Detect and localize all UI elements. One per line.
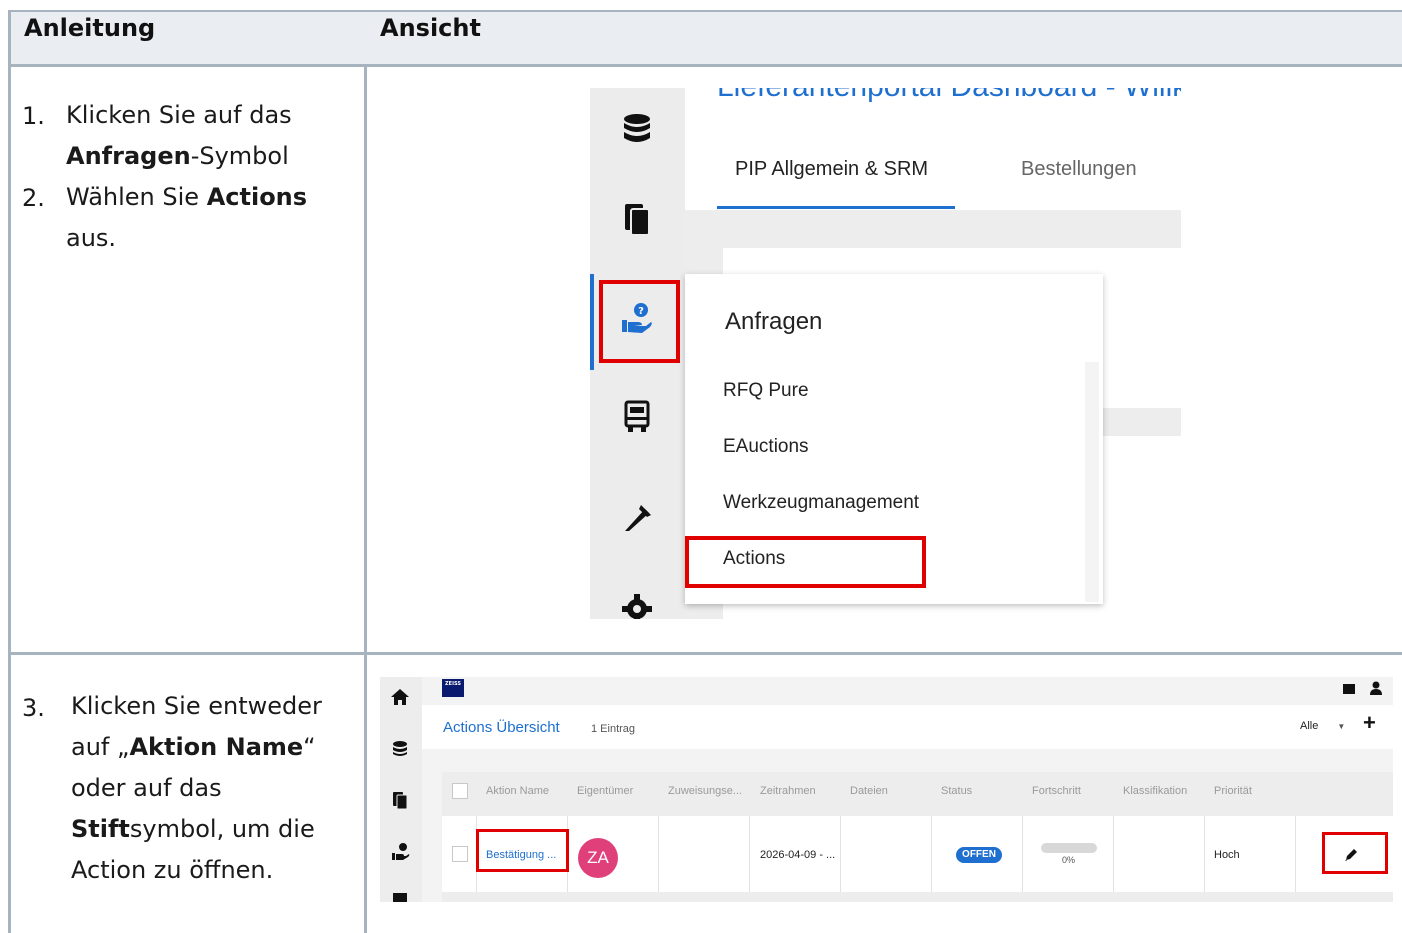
anfragen-highlight: [599, 280, 680, 363]
timeframe-cell: 2026-04-09 - ...: [760, 849, 836, 861]
table-header: [11, 12, 1402, 64]
gear-icon[interactable]: [620, 592, 654, 619]
col-zeitrahmen[interactable]: Zeitrahmen: [760, 785, 816, 797]
col-dateien[interactable]: Dateien: [850, 785, 888, 797]
step-3-text: Klicken Sie entweder auf „Aktion Name“ o…: [71, 692, 322, 884]
col-zuweisung[interactable]: Zuweisungse...: [668, 785, 742, 797]
pencil-highlight: [1322, 832, 1388, 874]
documents-icon[interactable]: [620, 202, 654, 236]
filter-select[interactable]: Alle ▼: [1300, 720, 1345, 732]
step-1-number: 1.: [22, 102, 45, 130]
col-eigentuemer[interactable]: Eigentümer: [577, 785, 633, 797]
page-title: Actions Übersicht: [443, 719, 560, 736]
header-anleitung: Anleitung: [24, 14, 156, 42]
col-status[interactable]: Status: [941, 785, 972, 797]
database-icon[interactable]: [392, 741, 408, 757]
step-3-number: 3.: [22, 694, 45, 722]
tab-bestellungen[interactable]: Bestellungen: [1021, 158, 1137, 181]
header-ansicht: Ansicht: [380, 14, 481, 42]
col-prioritaet[interactable]: Priorität: [1214, 785, 1252, 797]
truck-icon[interactable]: [393, 893, 407, 902]
priority-cell: Hoch: [1214, 849, 1240, 861]
active-rail-indicator: [590, 274, 594, 370]
col-aktion-name[interactable]: Aktion Name: [486, 785, 549, 797]
caliper-icon[interactable]: [620, 500, 654, 534]
top-bar: [422, 677, 1393, 705]
tab-pip-allgemein[interactable]: PIP Allgemein & SRM: [735, 158, 928, 181]
screenshot-menu: Lieferantenportal Dashboard - Willkommen…: [590, 88, 1181, 619]
status-badge: OFFEN: [956, 847, 1002, 863]
active-tab-indicator: [717, 206, 955, 209]
screenshot-actions-overview: ZEISS Actions Übersicht 1 Eintrag Alle ▼…: [380, 677, 1393, 902]
actions-highlight: [685, 536, 926, 588]
progress-bar: [1041, 843, 1097, 853]
zeiss-logo: ZEISS: [442, 679, 464, 697]
menu-item-eauctions[interactable]: EAuctions: [723, 436, 809, 458]
title-bar: [422, 705, 1393, 749]
add-button[interactable]: +: [1363, 712, 1379, 734]
notes-icon[interactable]: [1343, 684, 1355, 694]
step-1-text: Klicken Sie auf das Anfragen-Symbol: [66, 101, 292, 170]
documents-icon[interactable]: [392, 791, 408, 810]
row-checkbox[interactable]: [452, 846, 468, 862]
col-klassifikation[interactable]: Klassifikation: [1123, 785, 1187, 797]
select-all-checkbox[interactable]: [452, 783, 468, 799]
step-2-text: Wählen Sie Actions aus.: [66, 183, 308, 252]
home-icon[interactable]: [390, 687, 410, 707]
menu-item-rfq-pure[interactable]: RFQ Pure: [723, 380, 809, 402]
menu-heading: Anfragen: [725, 308, 823, 335]
user-icon[interactable]: [1369, 681, 1383, 695]
col-fortschritt[interactable]: Fortschritt: [1032, 785, 1081, 797]
action-name-highlight: [476, 829, 569, 872]
menu-item-werkzeugmanagement[interactable]: Werkzeugmanagement: [723, 492, 919, 514]
step-2-number: 2.: [22, 184, 45, 212]
chevron-down-icon: ▼: [1337, 722, 1346, 731]
progress-label: 0%: [1062, 855, 1076, 865]
avatar: ZA: [578, 838, 618, 878]
truck-icon[interactable]: [620, 400, 654, 434]
entry-count: 1 Eintrag: [591, 723, 636, 735]
anfragen-icon[interactable]: [391, 842, 411, 862]
instruction-table: Anleitung Ansicht 1. Klicken Sie auf das…: [0, 0, 1402, 933]
side-rail: [380, 677, 422, 902]
menu-scrollbar[interactable]: [1085, 362, 1099, 602]
database-icon[interactable]: [620, 112, 654, 146]
dashboard-title: Lieferantenportal Dashboard - Willkommen: [717, 88, 1181, 104]
